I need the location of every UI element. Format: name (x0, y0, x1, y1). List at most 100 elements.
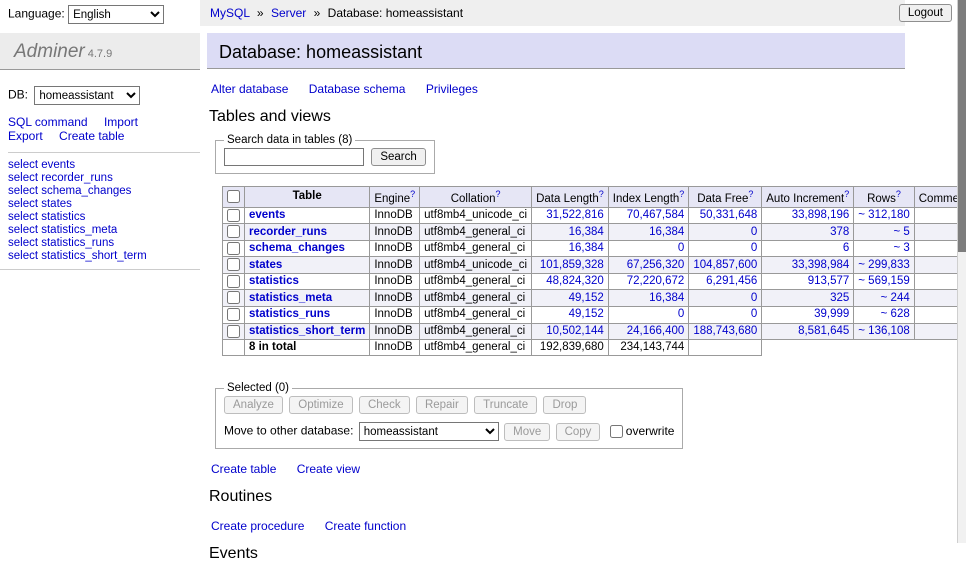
database-schema-link[interactable]: Database schema (309, 82, 406, 96)
move-button[interactable]: Move (504, 423, 550, 441)
rows-count-link[interactable]: ~ 299,833 (858, 259, 909, 271)
rows-help-link[interactable]: ? (896, 189, 901, 199)
sidebar-item-select-statistics-runs[interactable]: select statistics_runs (8, 237, 200, 250)
import-link[interactable]: Import (104, 115, 138, 129)
copy-button[interactable]: Copy (556, 423, 601, 441)
breadcrumb-mysql-link[interactable]: MySQL (210, 6, 250, 20)
privileges-link[interactable]: Privileges (426, 82, 478, 96)
rows-count-link[interactable]: ~ 244 (881, 292, 910, 304)
index-length-link[interactable]: 16,384 (649, 226, 684, 238)
table-name-link[interactable]: statistics_runs (249, 308, 330, 320)
optimize-button[interactable]: Optimize (289, 396, 352, 414)
adminer-logo-link[interactable]: Adminer (14, 41, 85, 62)
row-checkbox[interactable] (227, 291, 240, 304)
sidebar-item-select-events[interactable]: select events (8, 159, 200, 172)
data-free-help-link[interactable]: ? (748, 189, 753, 199)
row-checkbox[interactable] (227, 225, 240, 238)
rows-count-link[interactable]: ~ 569,159 (858, 275, 909, 287)
index-length-link[interactable]: 67,256,320 (627, 259, 685, 271)
data-free-link[interactable]: 50,331,648 (700, 209, 758, 221)
auto-increment-link[interactable]: 6 (843, 242, 849, 254)
index-length-link[interactable]: 0 (678, 308, 684, 320)
auto-increment-link[interactable]: 8,581,645 (798, 325, 849, 337)
rows-count-link[interactable]: ~ 136,108 (858, 325, 909, 337)
logout-button[interactable]: Logout (899, 4, 952, 22)
auto-increment-help-link[interactable]: ? (844, 189, 849, 199)
auto-increment-link[interactable]: 39,999 (814, 308, 849, 320)
rows-count-link[interactable]: ~ 312,180 (858, 209, 909, 221)
move-db-select[interactable]: homeassistant (359, 422, 499, 441)
sidebar-item-select-statistics[interactable]: select statistics (8, 211, 200, 224)
table-name-link[interactable]: statistics_meta (249, 292, 332, 304)
row-checkbox[interactable] (227, 325, 240, 338)
alter-database-link[interactable]: Alter database (211, 82, 288, 96)
sidebar-item-select-schema-changes[interactable]: select schema_changes (8, 185, 200, 198)
row-checkbox[interactable] (227, 209, 240, 222)
index-length-link[interactable]: 24,166,400 (627, 325, 685, 337)
check-button[interactable]: Check (359, 396, 410, 414)
data-length-link[interactable]: 31,522,816 (546, 209, 604, 221)
export-link[interactable]: Export (8, 129, 43, 143)
table-name-link[interactable]: events (249, 209, 285, 221)
data-free-link[interactable]: 0 (751, 308, 757, 320)
scrollbar-thumb[interactable] (958, 0, 966, 252)
drop-button[interactable]: Drop (543, 396, 586, 414)
row-checkbox[interactable] (227, 258, 240, 271)
sidebar-item-select-statistics-meta[interactable]: select statistics_meta (8, 224, 200, 237)
index-length-link[interactable]: 0 (678, 242, 684, 254)
data-length-link[interactable]: 10,502,144 (546, 325, 604, 337)
rows-count-link[interactable]: ~ 5 (893, 226, 909, 238)
create-table-link[interactable]: Create table (211, 462, 276, 476)
sidebar-item-select-states[interactable]: select states (8, 198, 200, 211)
search-button[interactable]: Search (371, 148, 425, 166)
rows-count-link[interactable]: ~ 3 (893, 242, 909, 254)
data-length-help-link[interactable]: ? (599, 189, 604, 199)
index-length-link[interactable]: 70,467,584 (627, 209, 685, 221)
create-view-link[interactable]: Create view (297, 462, 360, 476)
collation-help-link[interactable]: ? (495, 189, 500, 199)
create-function-link[interactable]: Create function (325, 519, 406, 533)
table-name-link[interactable]: schema_changes (249, 242, 345, 254)
index-length-link[interactable]: 72,220,672 (627, 275, 685, 287)
vertical-scrollbar[interactable] (957, 0, 966, 543)
data-length-link[interactable]: 16,384 (569, 242, 604, 254)
auto-increment-link[interactable]: 33,398,984 (792, 259, 850, 271)
truncate-button[interactable]: Truncate (474, 396, 537, 414)
analyze-button[interactable]: Analyze (224, 396, 283, 414)
row-checkbox[interactable] (227, 308, 240, 321)
auto-increment-link[interactable]: 325 (830, 292, 849, 304)
sql-command-link[interactable]: SQL command (8, 115, 88, 129)
row-checkbox[interactable] (227, 242, 240, 255)
breadcrumb-server-link[interactable]: Server (271, 6, 306, 20)
table-name-link[interactable]: states (249, 259, 282, 271)
auto-increment-link[interactable]: 378 (830, 226, 849, 238)
index-length-help-link[interactable]: ? (679, 189, 684, 199)
data-length-link[interactable]: 101,859,328 (540, 259, 604, 271)
repair-button[interactable]: Repair (416, 396, 468, 414)
create-table-sidebar-link[interactable]: Create table (59, 129, 124, 143)
table-name-link[interactable]: statistics (249, 275, 299, 287)
row-checkbox[interactable] (227, 275, 240, 288)
data-length-link[interactable]: 49,152 (569, 308, 604, 320)
search-input[interactable] (224, 148, 364, 166)
data-free-link[interactable]: 0 (751, 226, 757, 238)
data-length-link[interactable]: 48,824,320 (546, 275, 604, 287)
data-free-link[interactable]: 188,743,680 (693, 325, 757, 337)
auto-increment-link[interactable]: 33,898,196 (792, 209, 850, 221)
sidebar-item-select-statistics-short-term[interactable]: select statistics_short_term (8, 250, 200, 263)
data-length-link[interactable]: 16,384 (569, 226, 604, 238)
index-length-link[interactable]: 16,384 (649, 292, 684, 304)
rows-count-link[interactable]: ~ 628 (881, 308, 910, 320)
db-select[interactable]: homeassistant (34, 86, 140, 105)
data-length-link[interactable]: 49,152 (569, 292, 604, 304)
table-name-link[interactable]: statistics_short_term (249, 325, 365, 337)
language-select[interactable]: English (68, 5, 164, 24)
sidebar-item-select-recorder-runs[interactable]: select recorder_runs (8, 172, 200, 185)
data-free-link[interactable]: 0 (751, 242, 757, 254)
engine-help-link[interactable]: ? (410, 189, 415, 199)
table-name-link[interactable]: recorder_runs (249, 226, 327, 238)
select-all-checkbox[interactable] (227, 190, 240, 203)
auto-increment-link[interactable]: 913,577 (808, 275, 850, 287)
data-free-link[interactable]: 104,857,600 (693, 259, 757, 271)
create-procedure-link[interactable]: Create procedure (211, 519, 304, 533)
